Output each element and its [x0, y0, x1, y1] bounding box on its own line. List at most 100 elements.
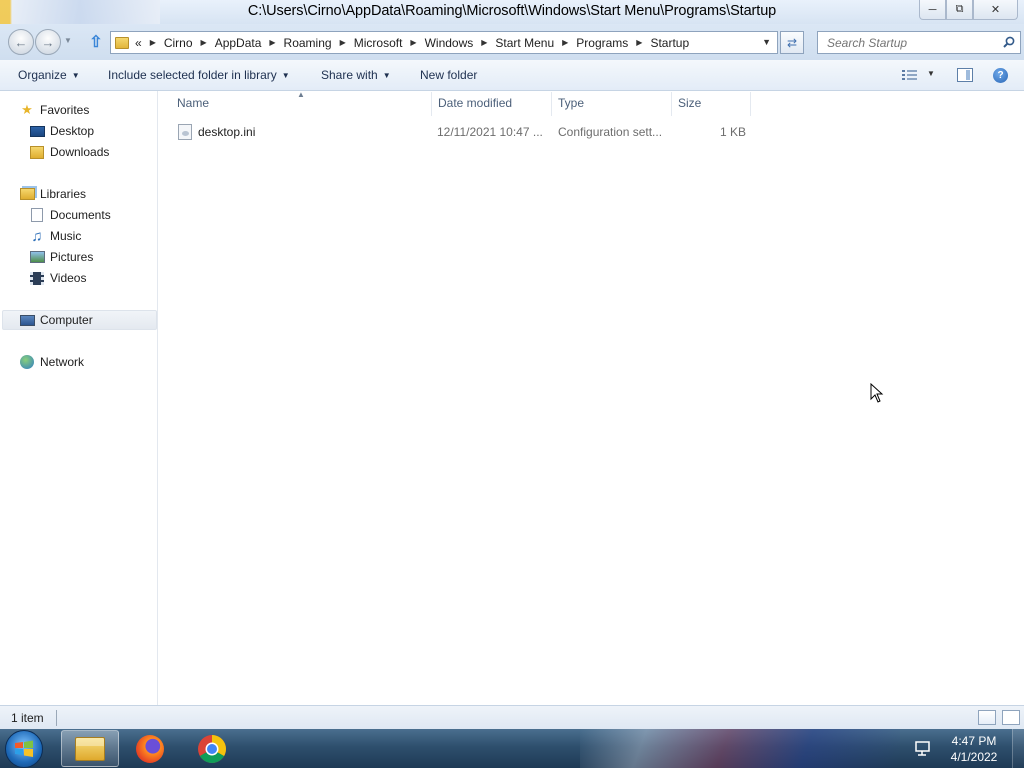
nav-music-label: Music: [50, 229, 82, 243]
breadcrumb-programs[interactable]: Programs: [576, 36, 628, 50]
windows-logo-icon: [15, 740, 33, 757]
chevron-down-icon: ▼: [281, 71, 290, 80]
back-arrow-icon: ←: [14, 34, 28, 50]
nav-network-label: Network: [40, 355, 85, 369]
column-divider[interactable]: [671, 92, 672, 116]
breadcrumb-roaming[interactable]: Roaming: [284, 36, 332, 50]
nav-network[interactable]: Network: [19, 352, 84, 372]
up-arrow-icon[interactable]: ⇧: [86, 32, 106, 52]
chevron-right-icon[interactable]: ▶: [150, 38, 156, 47]
sort-ascending-icon: ▲: [297, 90, 305, 99]
action-center-flag-icon[interactable]: [914, 739, 932, 757]
address-bar[interactable]: « ▶ Cirno ▶ AppData ▶ Roaming ▶ Microsof…: [110, 31, 778, 54]
system-clock[interactable]: 4:47 PM 4/1/2022: [940, 733, 1008, 765]
nav-desktop-label: Desktop: [50, 124, 95, 138]
nav-libraries-label: Libraries: [40, 187, 87, 201]
nav-desktop[interactable]: Desktop: [29, 121, 94, 141]
nav-computer-label: Computer: [40, 313, 93, 327]
pictures-icon: [29, 249, 45, 265]
column-divider[interactable]: [750, 92, 751, 116]
mouse-cursor-icon: [870, 383, 884, 403]
address-row: ← → ▼ ⇧ « ▶ Cirno ▶ AppData ▶ Roaming ▶ …: [0, 24, 1024, 60]
new-folder-label: New folder: [420, 68, 478, 82]
chevron-right-icon[interactable]: ▶: [340, 38, 346, 47]
nav-downloads[interactable]: Downloads: [29, 142, 109, 162]
breadcrumb-microsoft[interactable]: Microsoft: [354, 36, 403, 50]
close-icon: ✕: [990, 4, 1001, 16]
chevron-right-icon[interactable]: ▶: [562, 38, 568, 47]
include-in-library-label: Include selected folder in library: [108, 68, 277, 82]
show-desktop-button[interactable]: [1012, 729, 1024, 768]
close-button[interactable]: ✕: [973, 0, 1018, 20]
views-dropdown[interactable]: ▼: [927, 69, 935, 78]
nav-downloads-label: Downloads: [50, 145, 110, 159]
column-divider[interactable]: [551, 92, 552, 116]
command-bar: Organize ▼ Include selected folder in lib…: [0, 60, 1024, 91]
column-header-date-modified[interactable]: Date modified: [438, 96, 512, 110]
breadcrumb-overflow[interactable]: «: [135, 36, 142, 50]
minimize-button[interactable]: ─: [919, 0, 946, 20]
organize-label: Organize: [18, 68, 67, 82]
column-divider[interactable]: [431, 92, 432, 116]
nav-computer[interactable]: Computer: [2, 310, 157, 330]
chevron-right-icon[interactable]: ▶: [636, 38, 642, 47]
taskbar-explorer[interactable]: [61, 730, 119, 767]
nav-libraries[interactable]: Libraries: [19, 184, 86, 204]
table-row[interactable]: desktop.ini 12/11/2021 10:47 ... Configu…: [176, 121, 756, 143]
address-history-dropdown[interactable]: ▼: [762, 37, 771, 47]
breadcrumb-start-menu[interactable]: Start Menu: [495, 36, 554, 50]
chevron-right-icon[interactable]: ▶: [269, 38, 275, 47]
file-list: Name ▲ Date modified Type Size desktop.i…: [160, 90, 1024, 705]
folder-icon: [115, 36, 129, 49]
nav-favorites[interactable]: ★ Favorites: [19, 100, 89, 120]
refresh-button[interactable]: ⇄: [780, 31, 804, 54]
include-in-library-menu[interactable]: Include selected folder in library ▼: [108, 68, 290, 82]
change-view-icon[interactable]: [902, 69, 918, 81]
nav-music[interactable]: ♫ Music: [29, 226, 81, 246]
nav-videos[interactable]: Videos: [29, 268, 86, 288]
chevron-right-icon[interactable]: ▶: [201, 38, 207, 47]
computer-icon: [19, 312, 35, 328]
share-with-label: Share with: [321, 68, 378, 82]
documents-icon: [29, 207, 45, 223]
recent-pages-dropdown[interactable]: ▼: [64, 36, 72, 45]
share-with-menu[interactable]: Share with ▼: [321, 68, 391, 82]
start-button[interactable]: [5, 730, 43, 768]
breadcrumb-cirno[interactable]: Cirno: [164, 36, 193, 50]
search-box[interactable]: [817, 31, 1021, 54]
column-header-type[interactable]: Type: [558, 96, 584, 110]
restore-button[interactable]: ⧉: [946, 0, 973, 20]
settings-file-icon: [178, 124, 192, 140]
nav-documents-label: Documents: [50, 208, 111, 222]
details-view-icon[interactable]: [978, 710, 996, 725]
nav-favorites-label: Favorites: [40, 103, 90, 117]
forward-button[interactable]: →: [35, 29, 61, 55]
search-input[interactable]: [825, 34, 995, 51]
breadcrumb-startup[interactable]: Startup: [650, 36, 689, 50]
taskbar-chrome[interactable]: [183, 730, 241, 767]
large-icons-view-icon[interactable]: [1002, 710, 1020, 725]
nav-documents[interactable]: Documents: [29, 205, 111, 225]
window-controls: ─ ⧉ ✕: [919, 0, 1018, 20]
windows-explorer-icon: [75, 736, 105, 761]
column-header-name[interactable]: Name: [177, 96, 209, 110]
clock-time: 4:47 PM: [951, 734, 997, 748]
help-icon[interactable]: ?: [993, 68, 1008, 83]
search-icon[interactable]: [1003, 36, 1015, 48]
item-count: 1 item: [11, 711, 44, 725]
chevron-right-icon[interactable]: ▶: [410, 38, 416, 47]
taskbar-firefox[interactable]: [121, 730, 179, 767]
organize-menu[interactable]: Organize ▼: [18, 68, 80, 82]
preview-pane-icon[interactable]: [957, 68, 973, 82]
new-folder-button[interactable]: New folder: [420, 68, 477, 82]
wallpaper-art: [580, 729, 900, 768]
title-bar: C:\Users\Cirno\AppData\Roaming\Microsoft…: [0, 0, 1024, 24]
breadcrumb-windows[interactable]: Windows: [425, 36, 474, 50]
back-button[interactable]: ←: [8, 29, 34, 55]
status-divider: [56, 710, 57, 726]
column-header-size[interactable]: Size: [678, 96, 701, 110]
nav-pictures[interactable]: Pictures: [29, 247, 93, 267]
chevron-down-icon: ▼: [71, 71, 80, 80]
chevron-right-icon[interactable]: ▶: [481, 38, 487, 47]
breadcrumb-appdata[interactable]: AppData: [215, 36, 262, 50]
